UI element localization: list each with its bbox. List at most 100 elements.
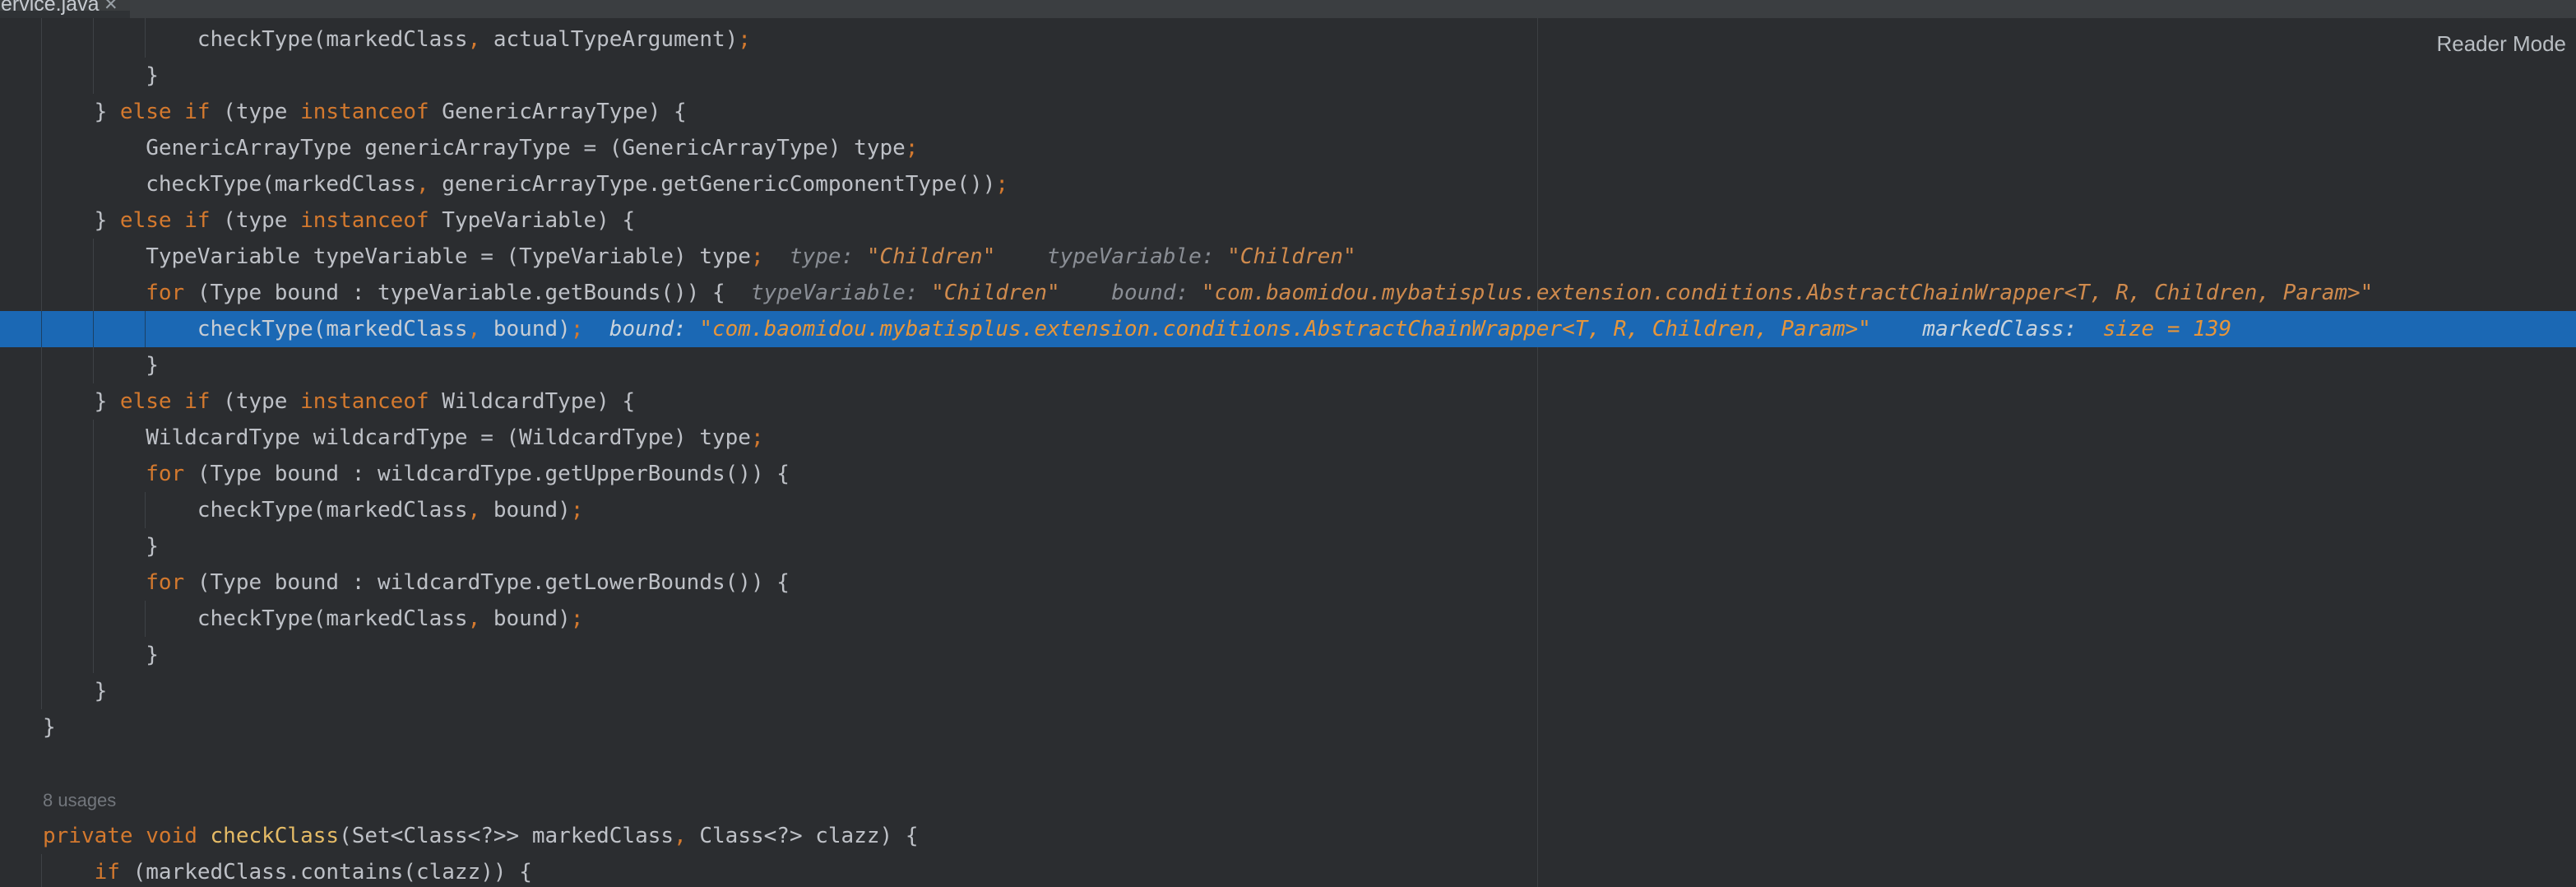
code-line[interactable]: if (markedClass.contains(clazz)) { <box>43 854 2576 887</box>
code-token: TypeVariable) { <box>429 208 635 233</box>
code-token: for <box>146 462 184 486</box>
code-token: instanceof <box>300 389 429 414</box>
code-line[interactable]: } <box>43 528 2576 564</box>
code-line[interactable]: checkType(markedClass, bound); <box>43 601 2576 637</box>
indent-guide <box>41 311 42 347</box>
code-line[interactable]: for (Type bound : wildcardType.getUpperB… <box>43 456 2576 492</box>
code-line[interactable]: } <box>43 58 2576 94</box>
code-token <box>197 824 211 848</box>
code-token <box>43 281 146 305</box>
code-token: GenericArrayType) { <box>429 100 687 124</box>
code-token: GenericArrayType genericArrayType = (Gen… <box>43 136 906 160</box>
code-token: instanceof <box>300 208 429 233</box>
reader-mode-button[interactable]: Reader Mode <box>2436 31 2566 57</box>
code-token: , <box>674 824 687 848</box>
code-token: ; <box>751 425 764 450</box>
code-area: checkType(markedClass, actualTypeArgumen… <box>43 21 2576 887</box>
code-token <box>172 100 185 124</box>
code-token <box>995 244 1047 269</box>
debug-hint-label: typeVariable: <box>751 281 931 305</box>
code-token: bound) <box>480 606 571 631</box>
code-token: } <box>43 534 159 559</box>
code-line[interactable]: checkType(markedClass, bound); <box>43 492 2576 528</box>
debug-hint-label: typeVariable: <box>1047 244 1227 269</box>
code-line[interactable]: } else if (type instanceof GenericArrayT… <box>43 94 2576 130</box>
code-line[interactable]: } <box>43 637 2576 673</box>
code-token: (Type bound : wildcardType.getUpperBound… <box>184 462 790 486</box>
code-line[interactable]: WildcardType wildcardType = (WildcardTyp… <box>43 420 2576 456</box>
code-token: actualTypeArgument) <box>480 27 738 52</box>
code-token: else <box>120 389 172 414</box>
debug-hint-value: "Children" <box>1227 244 1356 269</box>
code-token: instanceof <box>300 100 429 124</box>
code-line[interactable]: for (Type bound : wildcardType.getLowerB… <box>43 564 2576 601</box>
code-token <box>133 824 146 848</box>
indent-guide <box>41 854 42 887</box>
code-token: void <box>146 824 197 848</box>
code-token: , <box>416 172 429 197</box>
code-token: for <box>146 570 184 595</box>
code-token: private <box>43 824 133 848</box>
code-token: if <box>184 208 210 233</box>
code-token: Class<?> clazz) { <box>687 824 919 848</box>
code-token <box>725 281 751 305</box>
code-token: } <box>43 389 120 414</box>
code-token <box>43 570 146 595</box>
code-token: else <box>120 100 172 124</box>
code-token: (Type bound : wildcardType.getLowerBound… <box>184 570 790 595</box>
code-token: ; <box>738 27 751 52</box>
code-token <box>583 317 609 341</box>
debug-hint-label: markedClass: <box>1922 317 2090 341</box>
debug-hint-label: bound: <box>609 317 700 341</box>
code-line[interactable]: } <box>43 673 2576 709</box>
debug-hint-value: "com.baomidou.mybatisplus.extension.cond… <box>699 317 1870 341</box>
code-line[interactable]: } <box>43 347 2576 383</box>
code-token: } <box>43 100 120 124</box>
code-token: checkType(markedClass <box>43 317 468 341</box>
code-editor[interactable]: Reader Mode checkType(markedClass, actua… <box>0 18 2576 887</box>
code-token: WildcardType wildcardType = (WildcardTyp… <box>43 425 751 450</box>
code-token: ; <box>571 498 584 522</box>
code-token: checkClass <box>211 824 340 848</box>
code-token: ; <box>906 136 919 160</box>
code-line[interactable]: checkType(markedClass, genericArrayType.… <box>43 166 2576 202</box>
code-token <box>172 208 185 233</box>
code-token: ; <box>995 172 1008 197</box>
code-token: } <box>43 353 159 378</box>
code-line[interactable]: checkType(markedClass, actualTypeArgumen… <box>43 21 2576 58</box>
code-line[interactable] <box>43 745 2576 782</box>
code-line[interactable]: private void checkClass(Set<Class<?>> ma… <box>43 818 2576 854</box>
code-token: (type <box>211 100 301 124</box>
ide-window: ervice.java ✕ Reader Mode checkType(mark… <box>0 0 2576 887</box>
debug-hint-label: type: <box>790 244 867 269</box>
code-line[interactable]: } <box>43 709 2576 745</box>
code-line[interactable]: } else if (type instanceof WildcardType)… <box>43 383 2576 420</box>
code-token: if <box>184 100 210 124</box>
code-token: } <box>43 63 159 88</box>
code-token: , <box>468 606 481 631</box>
code-line[interactable]: TypeVariable typeVariable = (TypeVariabl… <box>43 239 2576 275</box>
code-line[interactable]: GenericArrayType genericArrayType = (Gen… <box>43 130 2576 166</box>
code-token: ; <box>751 244 764 269</box>
editor-tab-active[interactable]: ervice.java ✕ <box>0 0 130 18</box>
code-token: } <box>43 679 107 704</box>
code-token: for <box>146 281 184 305</box>
tab-close-icon[interactable]: ✕ <box>104 0 118 15</box>
code-token: (Type bound : typeVariable.getBounds()) … <box>184 281 725 305</box>
code-line[interactable]: for (Type bound : typeVariable.getBounds… <box>43 275 2576 311</box>
code-token: , <box>468 27 481 52</box>
code-line[interactable]: } else if (type instanceof TypeVariable)… <box>43 202 2576 239</box>
code-token: else <box>120 208 172 233</box>
usages-inlay-hint: 8 usages <box>43 790 116 810</box>
debug-hint-value: "Children" <box>931 281 1060 305</box>
code-line-current-execution[interactable]: checkType(markedClass, bound); bound: "c… <box>43 311 2576 347</box>
code-token: bound) <box>480 317 571 341</box>
code-token <box>172 389 185 414</box>
code-token <box>1060 281 1112 305</box>
code-token: (Set<Class<?>> markedClass <box>339 824 674 848</box>
code-line[interactable]: 8 usages <box>43 782 2576 818</box>
code-token: if <box>184 389 210 414</box>
code-token <box>764 244 790 269</box>
code-token: (type <box>211 208 301 233</box>
code-token: checkType(markedClass <box>43 498 468 522</box>
